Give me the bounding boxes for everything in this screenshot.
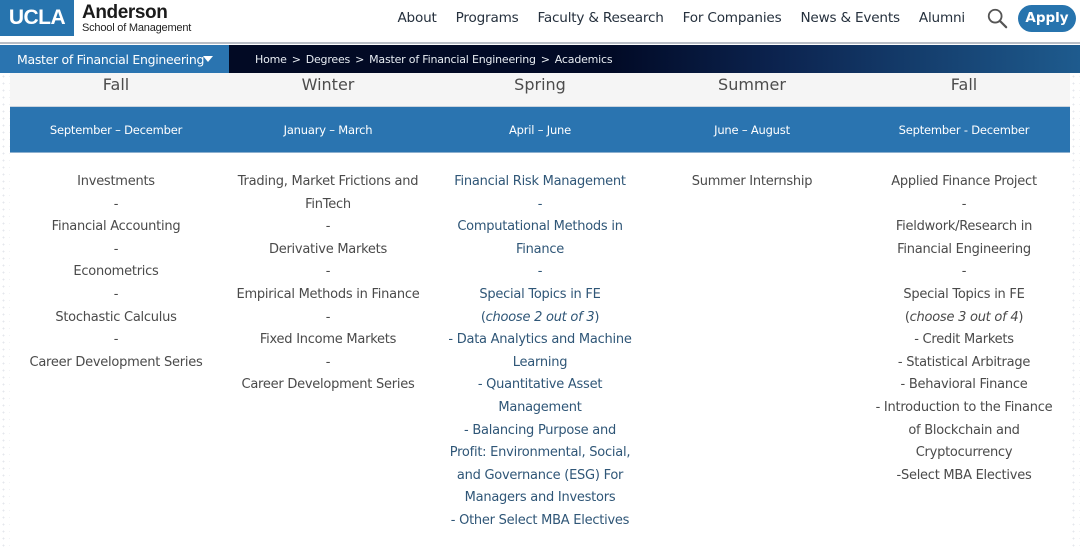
course-separator: - bbox=[325, 264, 331, 280]
elective-note: (choose 2 out of 3) bbox=[480, 309, 600, 325]
dotted-background bbox=[0, 73, 10, 549]
course-item: Fieldwork/Research in Financial Engineer… bbox=[895, 219, 1033, 257]
course-item: Investments bbox=[77, 174, 155, 189]
months-fall-2: September - December bbox=[898, 123, 1030, 137]
course-separator: - bbox=[113, 286, 119, 302]
breadcrumb-academics: Academics bbox=[554, 52, 613, 66]
course-item[interactable]: Special Topics in FE bbox=[448, 284, 632, 307]
course-item: - Credit Markets bbox=[914, 332, 1014, 348]
months-spring: April – June bbox=[509, 123, 571, 137]
breadcrumb-separator: > bbox=[355, 52, 365, 66]
elective-note: (choose 3 out of 4) bbox=[904, 309, 1024, 325]
season-fall-1: Fall bbox=[102, 75, 130, 94]
breadcrumb-separator: > bbox=[540, 52, 550, 66]
course-item: Financial Accounting bbox=[51, 219, 181, 235]
nav-alumni[interactable]: Alumni bbox=[919, 10, 965, 26]
logo-text: Anderson School of Management bbox=[82, 3, 191, 34]
course-item: Fixed Income Markets bbox=[259, 332, 397, 348]
season-fall-2: Fall bbox=[950, 75, 978, 94]
course-item: Trading, Market Frictions and FinTech bbox=[237, 174, 419, 212]
courses-row: Investments - Financial Accounting - Econome… bbox=[10, 153, 1070, 533]
season-header-row: Fall Winter Spring Summer Fall bbox=[10, 73, 1070, 107]
course-separator: - bbox=[325, 219, 331, 235]
courses-summer: Summer Internship bbox=[646, 171, 858, 533]
courses-winter: Trading, Market Frictions and FinTech - De… bbox=[222, 171, 434, 533]
dotted-background bbox=[1070, 73, 1080, 549]
course-separator: - bbox=[113, 241, 119, 257]
season-winter: Winter bbox=[301, 75, 355, 94]
course-separator: - bbox=[961, 196, 967, 212]
breadcrumb-separator: > bbox=[291, 52, 301, 66]
months-row: September – December January – March Apr… bbox=[10, 107, 1070, 153]
courses-fall-1: Investments - Financial Accounting - Econome… bbox=[10, 171, 222, 533]
course-separator: - bbox=[961, 264, 967, 280]
courses-spring: Financial Risk Management - Computational … bbox=[434, 171, 646, 533]
months-summer: June – August bbox=[714, 123, 790, 137]
secondary-bar: Master of Financial Engineering Home > D… bbox=[0, 45, 1080, 73]
course-item[interactable]: Financial Risk Management bbox=[448, 171, 632, 194]
site-header: UCLA Anderson School of Management About… bbox=[0, 0, 1080, 44]
season-spring: Spring bbox=[514, 75, 566, 94]
apply-button[interactable]: Apply bbox=[1018, 4, 1076, 32]
breadcrumb-mfe[interactable]: Master of Financial Engineering bbox=[369, 53, 536, 66]
course-separator: - bbox=[325, 354, 331, 370]
courses-fall-2: Applied Finance Project - Fieldwork/Resear… bbox=[858, 171, 1070, 533]
logo-ucla-mark: UCLA bbox=[0, 0, 74, 36]
course-item: Derivative Markets bbox=[268, 241, 388, 257]
course-item: Career Development Series bbox=[241, 377, 415, 393]
course-item: - Statistical Arbitrage bbox=[897, 354, 1031, 370]
course-separator: - bbox=[113, 332, 119, 348]
ucla-anderson-logo[interactable]: UCLA Anderson School of Management bbox=[0, 0, 191, 36]
logo-subtitle: School of Management bbox=[82, 21, 192, 34]
course-item: Econometrics bbox=[73, 264, 159, 280]
course-item: Empirical Methods in Finance bbox=[236, 286, 420, 302]
program-dropdown[interactable]: Master of Financial Engineering bbox=[0, 45, 229, 73]
course-item: - Introduction to the Finance of Blockch… bbox=[875, 399, 1053, 461]
course-item[interactable]: Computational Methods in Finance bbox=[448, 216, 632, 261]
nav-news-events[interactable]: News & Events bbox=[800, 10, 900, 26]
course-item[interactable]: - Quantitative Asset Management bbox=[448, 374, 632, 419]
course-item: Career Development Series bbox=[29, 354, 203, 370]
nav-about[interactable]: About bbox=[397, 10, 436, 26]
breadcrumb: Home > Degrees > Master of Financial Eng… bbox=[229, 45, 1080, 73]
season-summer: Summer bbox=[718, 75, 786, 94]
months-fall-1: September – December bbox=[49, 123, 183, 137]
course-item: Applied Finance Project bbox=[891, 174, 1037, 189]
course-item[interactable]: - Other Select MBA Electives bbox=[448, 510, 632, 533]
course-item: Summer Internship bbox=[691, 174, 813, 189]
nav-for-companies[interactable]: For Companies bbox=[683, 10, 782, 26]
breadcrumb-degrees[interactable]: Degrees bbox=[306, 53, 351, 66]
course-item: Stochastic Calculus bbox=[55, 309, 177, 325]
course-item: -Select MBA Electives bbox=[896, 467, 1032, 483]
course-separator: - bbox=[113, 196, 119, 212]
course-item[interactable]: - Balancing Purpose and Profit: Environm… bbox=[448, 420, 632, 510]
course-item: Special Topics in FE bbox=[903, 286, 1025, 302]
course-item[interactable]: - Data Analytics and Machine Learning bbox=[448, 329, 632, 374]
months-winter: January – March bbox=[283, 123, 373, 137]
breadcrumb-home[interactable]: Home bbox=[255, 53, 287, 66]
main-nav: About Programs Faculty & Research For Co… bbox=[397, 0, 1080, 36]
course-separator: - bbox=[325, 309, 331, 325]
course-separator: - bbox=[537, 264, 543, 280]
nav-programs[interactable]: Programs bbox=[456, 10, 519, 26]
nav-faculty-research[interactable]: Faculty & Research bbox=[538, 10, 664, 26]
course-item: - Behavioral Finance bbox=[900, 377, 1028, 393]
course-separator: - bbox=[537, 196, 543, 212]
program-dropdown-label: Master of Financial Engineering bbox=[17, 51, 205, 67]
caret-down-icon bbox=[203, 56, 213, 62]
search-icon[interactable] bbox=[986, 7, 1008, 29]
logo-name: Anderson bbox=[82, 1, 168, 23]
curriculum-table: Fall Winter Spring Summer Fall September… bbox=[10, 73, 1070, 533]
